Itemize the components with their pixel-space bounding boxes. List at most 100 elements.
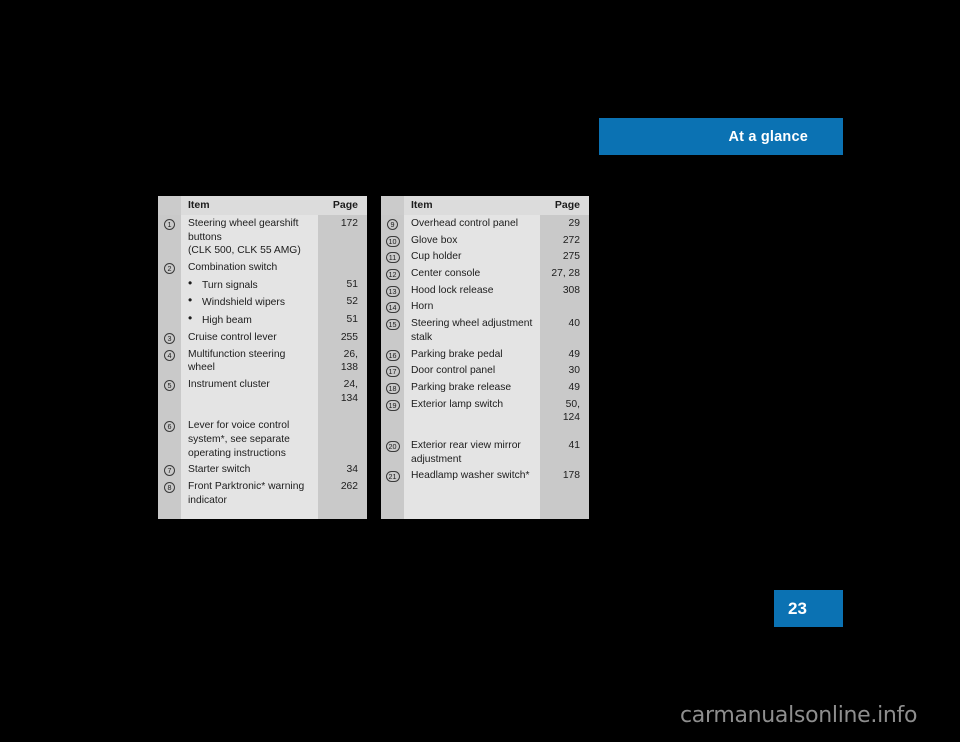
- table-row: 10 Glove box 272: [381, 231, 589, 249]
- item-label-cell: Exterior rear view mirror adjustment: [404, 436, 540, 468]
- column-header-page: Page: [540, 196, 589, 215]
- reference-table-right-grid: Item Page 9 Overhead control panel 29 10 Glo…: [381, 196, 589, 519]
- item-label: Combination switch: [188, 262, 278, 274]
- page-reference-cell: 262: [318, 478, 367, 509]
- page-reference-cell: [318, 259, 367, 276]
- item-label-cell: Lever for voice control system*, see sep…: [181, 417, 318, 462]
- table-row: 6 Lever for voice control system*, see se…: [158, 417, 367, 462]
- table-row: Turn signals 51: [158, 275, 367, 294]
- page-reference-cell: 34: [318, 461, 367, 478]
- page-reference-cell: 26, 138: [318, 345, 367, 376]
- table-filler-row: [381, 484, 589, 519]
- item-label: Turn signals: [202, 279, 258, 291]
- circled-number-icon: 17: [385, 366, 400, 378]
- item-label: Steering wheel adjustment stalk: [411, 318, 533, 343]
- circled-number-icon: 19: [385, 399, 400, 411]
- circled-number-icon: 7: [164, 465, 175, 477]
- circled-number-icon: 16: [385, 349, 400, 361]
- table-row: 5 Instrument cluster 24, 134: [158, 375, 367, 406]
- table-row: Windshield wipers 52: [158, 293, 367, 312]
- circled-number-icon: 21: [385, 471, 400, 483]
- item-marker-cell: [158, 293, 181, 312]
- table-row: 1 Steering wheel gearshift buttons (CLK 5…: [158, 215, 367, 260]
- table-row: 13 Hood lock release 308: [381, 281, 589, 299]
- circled-number-icon: 4: [164, 349, 175, 361]
- reference-table-left-grid: Item Page 1 Steering wheel gearshift butt…: [158, 196, 367, 520]
- page-reference-cell: 255: [318, 328, 367, 346]
- item-marker-cell: 8: [158, 478, 181, 509]
- section-banner: At a glance: [599, 118, 843, 155]
- item-label: Overhead control panel: [411, 218, 519, 229]
- item-label-cell: Hood lock release: [404, 281, 540, 299]
- item-label: Parking brake pedal: [411, 348, 503, 360]
- page-reference-cell: 30: [540, 362, 589, 379]
- item-label-cell: Multifunction steering wheel: [181, 345, 318, 376]
- item-marker-cell: 7: [158, 461, 181, 478]
- table-header-row: Item Page: [381, 196, 589, 215]
- table-row: 14 Horn: [381, 298, 589, 316]
- circled-number-icon: 13: [385, 285, 400, 297]
- item-label: Glove box: [411, 234, 458, 246]
- item-marker-cell: [158, 275, 181, 294]
- table-header: Item Page: [381, 196, 589, 215]
- bullet-dot-icon: [188, 312, 202, 324]
- item-label-cell: Parking brake release: [404, 378, 540, 396]
- circled-number-icon: 8: [164, 482, 175, 493]
- page-reference-cell: 40: [540, 315, 589, 346]
- column-header-marker: [381, 196, 404, 215]
- item-label: Hood lock release: [411, 284, 494, 296]
- item-label-cell: Headlamp washer switch*: [404, 467, 540, 484]
- bullet-dot-icon: [188, 294, 202, 306]
- item-label-cell: Door control panel: [404, 362, 540, 379]
- item-label-cell: Center console: [404, 265, 540, 282]
- item-label: Front Parktronic* warning indicator: [188, 481, 305, 506]
- item-label-cell: Combination switch: [181, 259, 318, 276]
- column-header-item: Item: [181, 196, 318, 215]
- item-label: Cruise control lever: [188, 331, 277, 343]
- page-number: 23: [788, 598, 807, 618]
- table-row-spacer: [158, 405, 367, 418]
- page-reference-cell: 51: [318, 275, 367, 294]
- page-reference-cell: 29: [540, 215, 589, 232]
- table-filler-row: [158, 508, 367, 520]
- circled-number-icon: 5: [164, 379, 175, 391]
- item-marker-cell: 4: [158, 345, 181, 376]
- item-marker-cell: 14: [381, 298, 404, 316]
- page-reference-cell: 49: [540, 378, 589, 396]
- item-marker-cell: 19: [381, 395, 404, 425]
- circled-number-icon: 14: [385, 302, 400, 314]
- reference-table-right: Item Page 9 Overhead control panel 29 10 Glo…: [381, 196, 589, 519]
- table-row: 8 Front Parktronic* warning indicator 262: [158, 478, 367, 509]
- table-row: 18 Parking brake release 49: [381, 378, 589, 396]
- table-row: 11 Cup holder 275: [381, 248, 589, 266]
- item-marker-cell: 6: [158, 417, 181, 462]
- item-label-cell: Cruise control lever: [181, 328, 318, 346]
- item-label: Parking brake release: [411, 381, 512, 393]
- item-label: Horn: [411, 301, 434, 313]
- column-header-marker: [158, 196, 181, 215]
- item-label-cell: Parking brake pedal: [404, 345, 540, 363]
- page-reference-cell: 24, 134: [318, 375, 367, 406]
- page-reference-cell: 178: [540, 467, 589, 484]
- page-number-box: 23: [774, 590, 843, 627]
- item-label-cell: Turn signals: [181, 275, 318, 294]
- item-label: Door control panel: [411, 365, 496, 377]
- bullet-dot-icon: [188, 277, 202, 289]
- page-reference-cell: 275: [540, 248, 589, 266]
- item-label: Cup holder: [411, 251, 462, 263]
- item-label: Windshield wipers: [202, 297, 285, 309]
- page-reference-cell: 51: [318, 311, 367, 329]
- item-label-cell: Windshield wipers: [181, 293, 318, 312]
- table-row: 4 Multifunction steering wheel 26, 138: [158, 345, 367, 376]
- section-banner-label: At a glance: [728, 128, 808, 145]
- table-row: 17 Door control panel 30: [381, 362, 589, 379]
- circled-number-icon: 11: [385, 252, 400, 264]
- item-marker-cell: 2: [158, 259, 181, 276]
- table-header: Item Page: [158, 196, 367, 215]
- item-label-cell: Instrument cluster: [181, 375, 318, 406]
- table-row: 12 Center console 27, 28: [381, 265, 589, 282]
- page-reference-cell: [318, 417, 367, 462]
- page-reference-cell: 27, 28: [540, 265, 589, 282]
- item-label: Lever for voice control system*, see sep…: [188, 420, 290, 459]
- item-label-cell: Steering wheel adjustment stalk: [404, 315, 540, 346]
